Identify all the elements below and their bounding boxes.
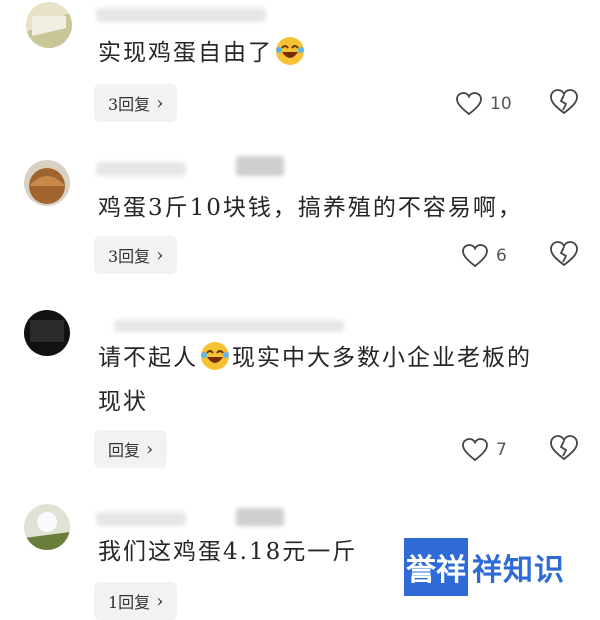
- comment-text: 鸡蛋3斤10块钱，搞养殖的不容易啊，: [98, 195, 523, 221]
- reply-count: 3回复: [108, 247, 151, 266]
- reply-count: 1回复: [108, 593, 151, 612]
- chevron-right-icon: ›: [156, 92, 164, 114]
- dislike-button[interactable]: [550, 89, 578, 117]
- broken-heart-icon: [550, 241, 578, 267]
- watermark-logo: 誉祥 祥知识: [404, 538, 565, 596]
- broken-heart-icon: [550, 435, 578, 461]
- reply-count: 3回复: [108, 95, 151, 114]
- username-blurred[interactable]: [236, 156, 284, 176]
- dislike-button[interactable]: [550, 435, 578, 463]
- reply-label: 回复: [108, 441, 141, 460]
- broken-heart-icon: [550, 89, 578, 115]
- view-replies-button[interactable]: 1回复 ›: [94, 582, 178, 620]
- like-button[interactable]: 10: [456, 92, 512, 116]
- like-button[interactable]: 6: [462, 244, 507, 268]
- watermark-text: 祥知识: [472, 553, 565, 588]
- chevron-right-icon: ›: [156, 590, 164, 612]
- username-blurred[interactable]: [96, 512, 186, 526]
- laughing-crying-emoji-icon: [275, 36, 305, 66]
- like-count: 7: [496, 440, 507, 460]
- username-blurred[interactable]: [96, 162, 186, 176]
- comment-text: 实现鸡蛋自由了: [98, 31, 307, 75]
- heart-icon: [462, 438, 488, 462]
- watermark-badge: 誉祥: [404, 538, 468, 596]
- comment-text: 我们这鸡蛋4.18元一斤: [98, 539, 358, 565]
- view-replies-button[interactable]: 3回复 ›: [94, 236, 178, 274]
- view-replies-button[interactable]: 3回复 ›: [94, 84, 178, 122]
- avatar[interactable]: [26, 2, 72, 48]
- laughing-crying-emoji-icon: [200, 341, 230, 371]
- avatar[interactable]: [24, 310, 70, 356]
- avatar[interactable]: [24, 160, 70, 206]
- reply-button[interactable]: 回复 ›: [94, 430, 168, 468]
- chevron-right-icon: ›: [156, 244, 164, 266]
- username-blurred[interactable]: [96, 8, 266, 22]
- heart-icon: [456, 92, 482, 116]
- like-count: 10: [490, 94, 512, 114]
- username-blurred[interactable]: [236, 508, 284, 526]
- heart-icon: [462, 244, 488, 268]
- username-blurred[interactable]: [114, 320, 344, 332]
- like-count: 6: [496, 246, 507, 266]
- like-button[interactable]: 7: [462, 438, 507, 462]
- avatar[interactable]: [24, 504, 70, 550]
- chevron-right-icon: ›: [146, 438, 154, 460]
- comment-text: 请不起人 现实中大多数小企业老板的 现状: [98, 336, 578, 424]
- dislike-button[interactable]: [550, 241, 578, 269]
